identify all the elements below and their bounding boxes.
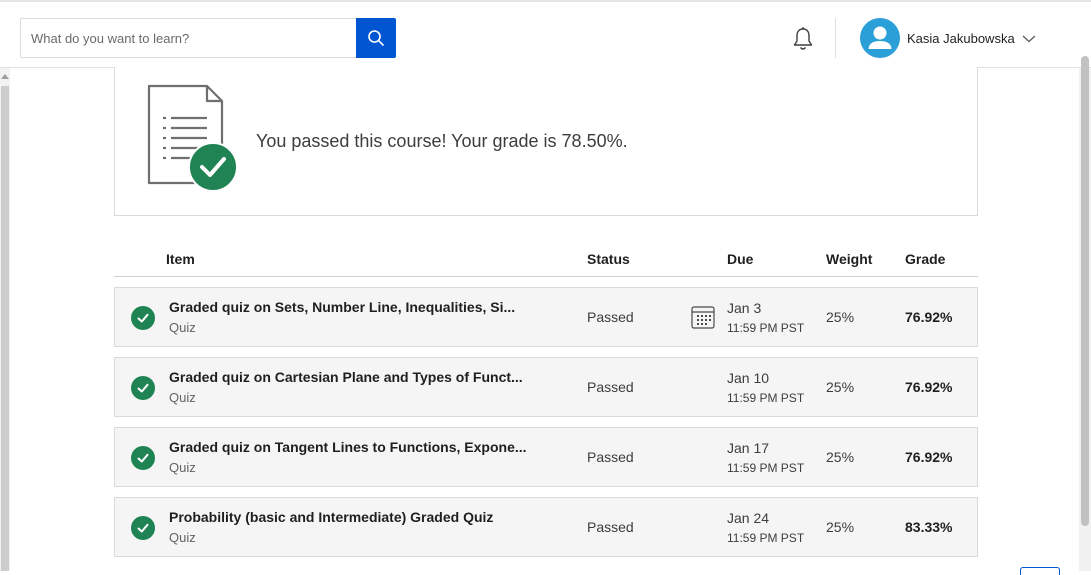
item-title-link[interactable]: Probability (basic and Intermediate) Gra… xyxy=(169,509,539,525)
item-type: Quiz xyxy=(169,460,196,475)
grade-value: 76.92% xyxy=(905,379,953,395)
column-header-due: Due xyxy=(727,251,754,267)
due-time: 11:59 PM PST xyxy=(727,391,805,405)
header-divider xyxy=(835,18,836,58)
due-date: Jan 24 xyxy=(727,510,770,526)
checkmark-circle-icon xyxy=(131,376,155,400)
notifications-button[interactable] xyxy=(788,24,818,54)
weight-value: 25% xyxy=(826,309,855,325)
table-row[interactable]: Graded quiz on Sets, Number Line, Inequa… xyxy=(114,287,978,347)
status-text: Passed xyxy=(587,379,634,395)
due-date: Jan 3 xyxy=(727,300,762,316)
user-menu[interactable]: Kasia Jakubowska xyxy=(860,18,1036,58)
bell-icon xyxy=(793,27,813,50)
due-time: 11:59 PM PST xyxy=(727,531,805,545)
due-date: Jan 17 xyxy=(727,440,770,456)
item-type: Quiz xyxy=(169,320,196,335)
search-input[interactable] xyxy=(20,18,356,58)
status-text: Passed xyxy=(587,449,634,465)
user-name[interactable]: Kasia Jakubowska xyxy=(907,31,1015,46)
table-row[interactable]: Graded quiz on Cartesian Plane and Types… xyxy=(114,357,978,417)
weight-value: 25% xyxy=(826,379,855,395)
checkmark-circle-icon xyxy=(131,446,155,470)
calendar-icon[interactable] xyxy=(691,305,715,329)
grade-value: 76.92% xyxy=(905,449,953,465)
due-time: 11:59 PM PST xyxy=(727,321,805,335)
weight-value: 25% xyxy=(826,449,855,465)
checkmark-circle-icon xyxy=(131,306,155,330)
due-time: 11:59 PM PST xyxy=(727,461,805,475)
search-button[interactable] xyxy=(356,18,396,58)
search-icon xyxy=(368,30,384,46)
status-text: Passed xyxy=(587,309,634,325)
scroll-up-arrow-icon[interactable] xyxy=(1,74,9,79)
grades-table-header: Item Status Due Weight Grade xyxy=(114,240,978,277)
grade-message: You passed this course! Your grade is 78… xyxy=(256,131,628,151)
person-icon xyxy=(868,26,892,49)
weight-value: 25% xyxy=(826,519,855,535)
grade-summary-card: You passed this course! Your grade is 78… xyxy=(114,67,978,216)
grade-value: 76.92% xyxy=(905,309,953,325)
chevron-down-icon[interactable] xyxy=(1022,35,1036,43)
table-row[interactable]: Graded quiz on Tangent Lines to Function… xyxy=(114,427,978,487)
column-header-status: Status xyxy=(587,251,630,267)
item-title-link[interactable]: Graded quiz on Sets, Number Line, Inequa… xyxy=(169,299,539,315)
left-scrollbar-thumb[interactable] xyxy=(1,86,9,571)
checkmark-circle-icon xyxy=(131,516,155,540)
column-header-grade: Grade xyxy=(905,251,946,267)
grade-value: 83.33% xyxy=(905,519,953,535)
avatar[interactable] xyxy=(860,18,900,58)
item-title-link[interactable]: Graded quiz on Tangent Lines to Function… xyxy=(169,439,539,455)
column-header-item: Item xyxy=(166,251,195,267)
item-type: Quiz xyxy=(169,530,196,545)
item-title-link[interactable]: Graded quiz on Cartesian Plane and Types… xyxy=(169,369,539,385)
table-row[interactable]: Probability (basic and Intermediate) Gra… xyxy=(114,497,978,557)
page-scrollbar-thumb[interactable] xyxy=(1081,56,1089,526)
item-type: Quiz xyxy=(169,390,196,405)
due-date: Jan 10 xyxy=(727,370,770,386)
floating-action-button[interactable] xyxy=(1020,567,1060,575)
status-text: Passed xyxy=(587,519,634,535)
top-navigation-bar: Kasia Jakubowska xyxy=(0,0,1091,68)
document-checklist-icon xyxy=(147,84,238,192)
column-header-weight: Weight xyxy=(826,251,873,267)
